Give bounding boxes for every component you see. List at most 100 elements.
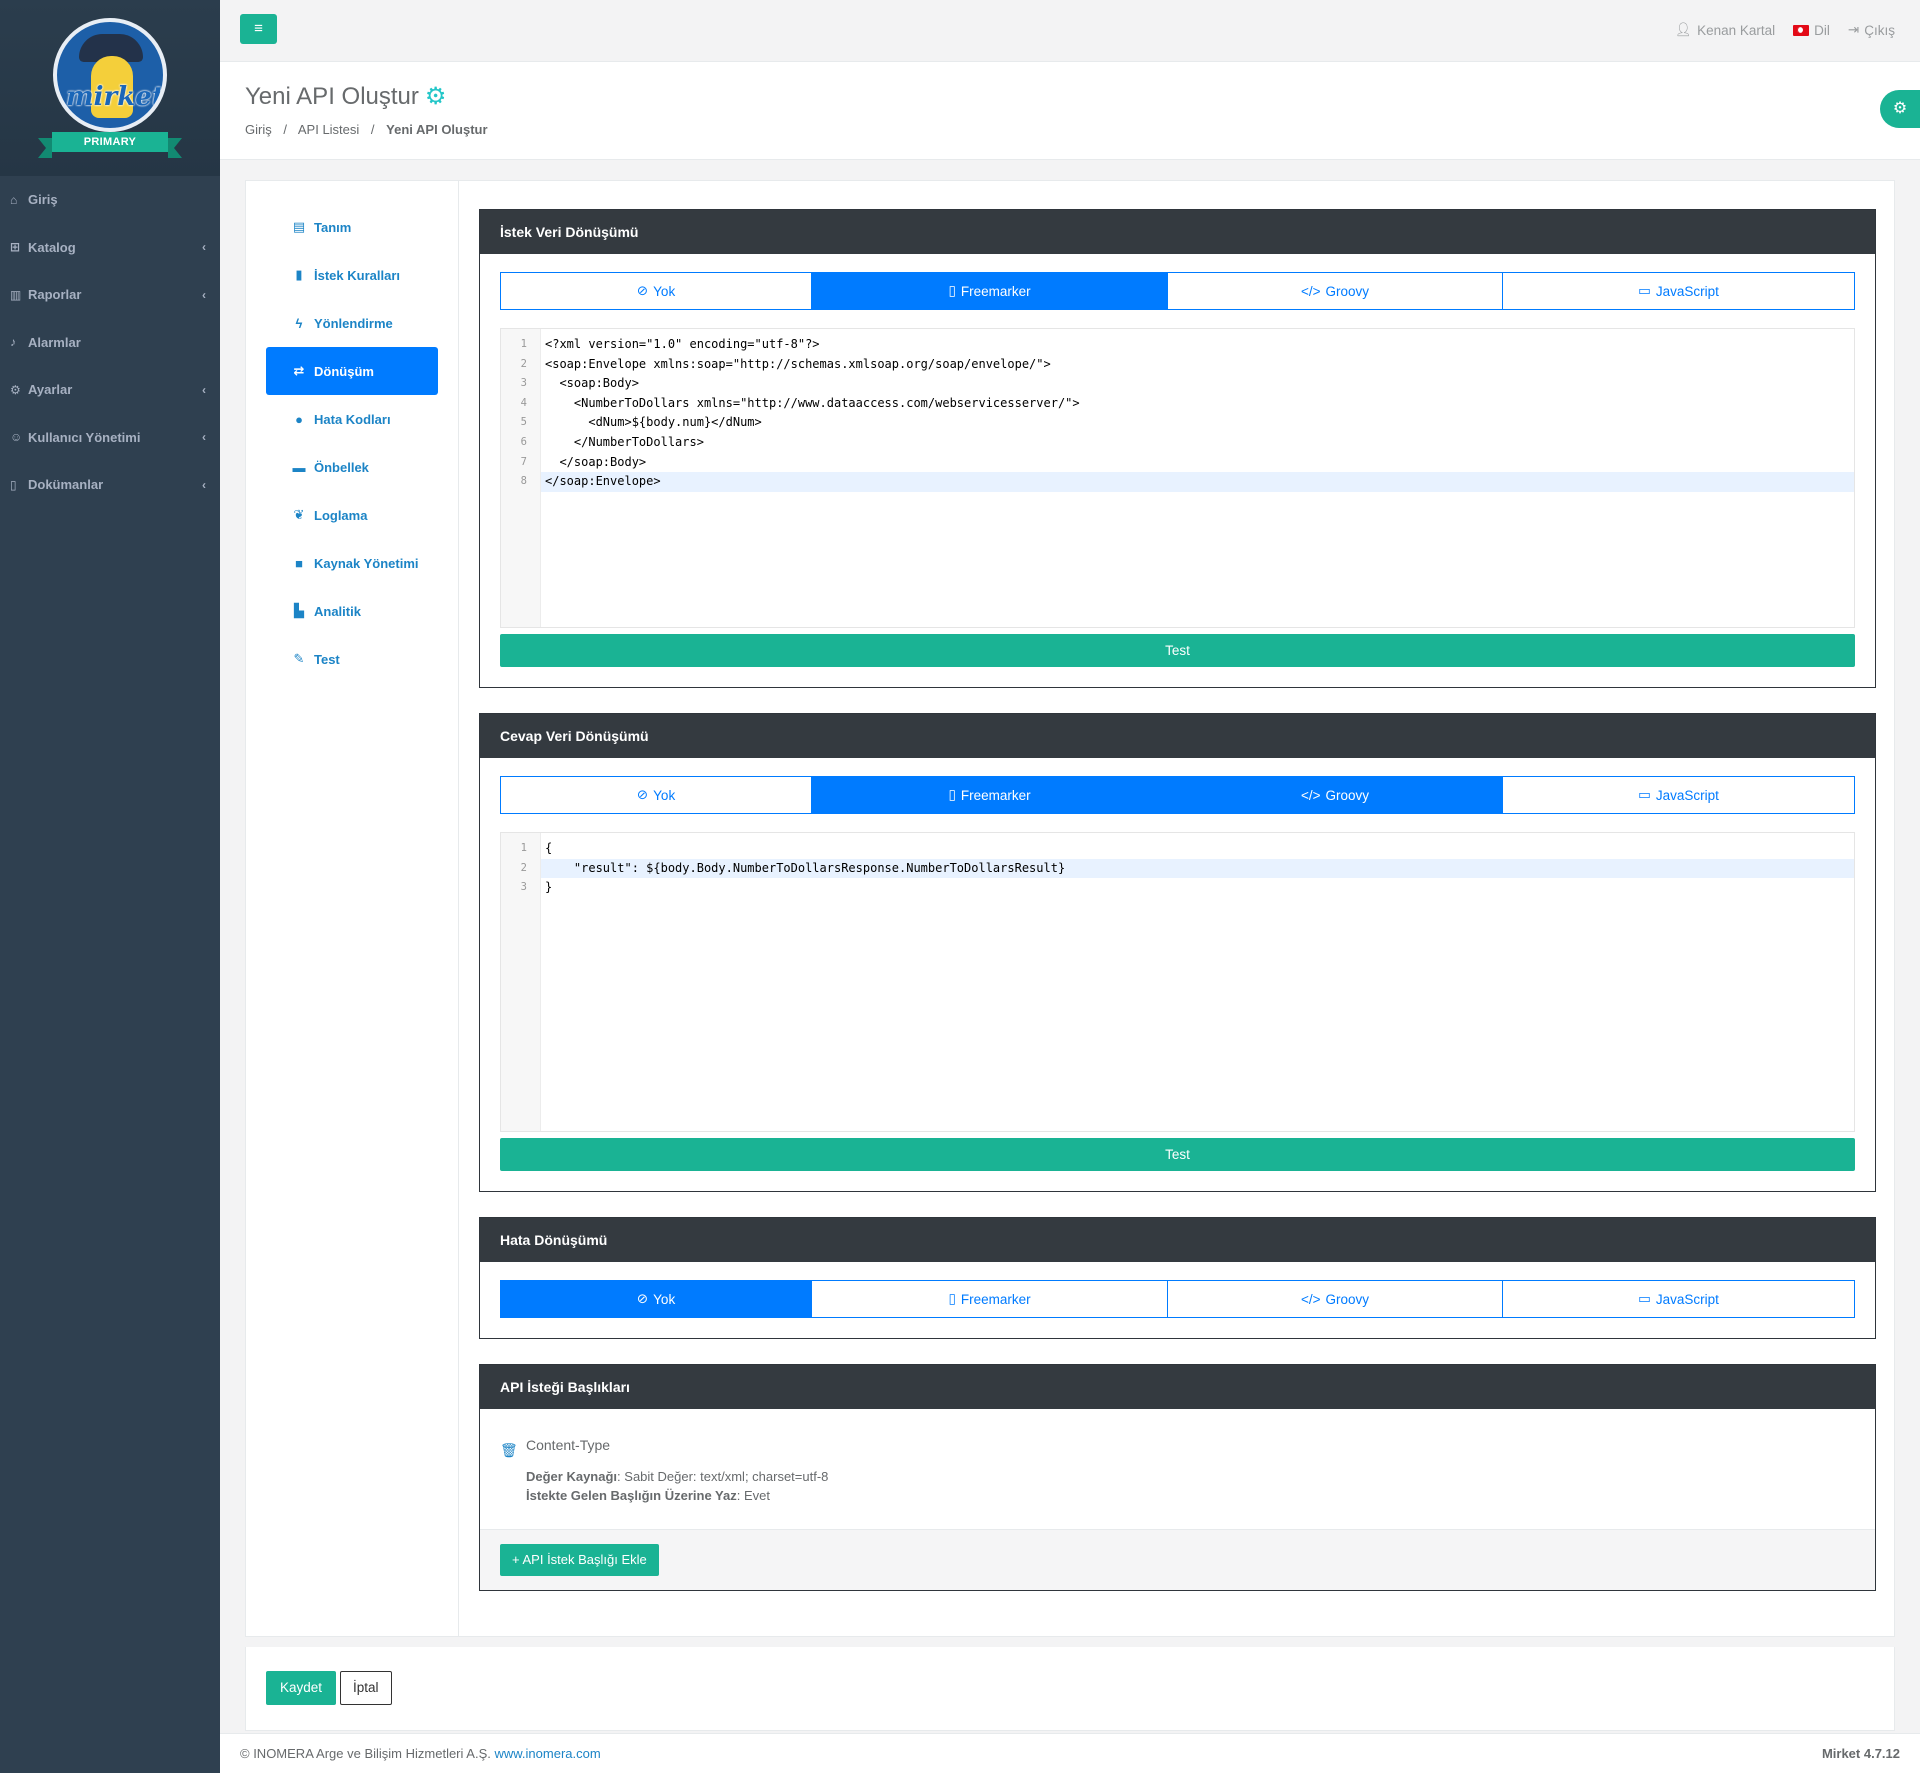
tab-label: JavaScript bbox=[1655, 787, 1719, 803]
breadcrumb-api-list[interactable]: API Listesi bbox=[298, 122, 359, 137]
laptop-code-icon: ▭ bbox=[1638, 787, 1651, 802]
tab-label: JavaScript bbox=[1655, 283, 1719, 299]
tab-freemarker[interactable]: ▯ Freemarker bbox=[812, 1281, 1169, 1317]
settings-toggle-button[interactable]: ⚙ bbox=[1880, 90, 1920, 128]
cogs-icon: ⚙ bbox=[10, 382, 21, 397]
error-transform-panel: Hata Dönüşümü ⊘ Yok ▯ Freemarker </> Groovy… bbox=[479, 1217, 1876, 1339]
bell-icon: ♪ bbox=[10, 335, 16, 350]
request-headers-panel: API İsteği Başlıkları 🗑︎ Content-Type De… bbox=[479, 1364, 1876, 1591]
logo[interactable]: mirket PRIMARY bbox=[0, 0, 220, 176]
tab-groovy[interactable]: </> Groovy bbox=[1168, 1281, 1504, 1317]
header-override-label: İstekte Gelen Başlığın Üzerine Yaz bbox=[526, 1488, 737, 1503]
tab-label: Freemarker bbox=[960, 787, 1031, 803]
save-button[interactable]: Kaydet bbox=[266, 1671, 337, 1705]
transform-type-tabs: ⊘ Yok ▯ Freemarker </> Groovy ▭ JavaScript bbox=[500, 1280, 1855, 1318]
header-value-source-label: Değer Kaynağı bbox=[526, 1469, 618, 1484]
exchange-icon: ⇄ bbox=[293, 363, 305, 378]
subnav-item-yonlendirme[interactable]: ϟ Yönlendirme bbox=[266, 299, 438, 347]
sidebar-item-katalog[interactable]: ⊞ Katalog ‹ bbox=[0, 224, 220, 272]
code-line: </soap:Body> bbox=[545, 454, 647, 469]
subnav-label: Dönüşüm bbox=[314, 363, 374, 379]
bolt-icon: ϟ bbox=[295, 315, 303, 331]
subnav-item-donusum[interactable]: ⇄ Dönüşüm bbox=[266, 347, 438, 395]
breadcrumb: Giriş / API Listesi / Yeni API Oluştur bbox=[245, 122, 488, 137]
transform-type-tabs: ⊘ Yok ▯ Freemarker </> Groovy ▭ JavaScript bbox=[500, 776, 1855, 814]
request-test-button[interactable]: Test bbox=[500, 634, 1855, 667]
sidebar-item-alarmlar[interactable]: ♪ Alarmlar bbox=[0, 319, 220, 367]
subnav-item-tanim[interactable]: ▤ Tanım bbox=[266, 203, 438, 251]
tab-yok[interactable]: ⊘ Yok bbox=[501, 777, 813, 813]
tab-yok[interactable]: ⊘ Yok bbox=[501, 273, 813, 309]
content: ▤ Tanım ▮ İstek Kuralları ϟ Yönlendirme ⇄ Dö… bbox=[220, 160, 1920, 1731]
sidebar-item-dokumanlar[interactable]: ▯ Dokümanlar ‹ bbox=[0, 461, 220, 509]
top-navbar: ≡ 👤︎ Kenan Kartal Dil ⇥ Çıkış bbox=[220, 0, 1920, 62]
code-line: <dNum>${body.num}</dNum> bbox=[545, 415, 762, 430]
user-menu[interactable]: 👤︎ Kenan Kartal bbox=[1675, 22, 1775, 38]
breadcrumb-home[interactable]: Giriş bbox=[245, 122, 272, 137]
subnav-item-hata-kodlari[interactable]: ● Hata Kodları bbox=[266, 395, 438, 443]
file-icon: ▯ bbox=[948, 787, 956, 802]
tab-javascript[interactable]: ▭ JavaScript bbox=[1503, 273, 1854, 309]
sidebar: mirket PRIMARY ⌂ Giriş ⊞ Katalog ‹ ▥ Rap… bbox=[0, 0, 220, 1773]
response-code-editor[interactable]: 123 { "result": ${body.Body.NumberToDoll… bbox=[500, 832, 1855, 1132]
chart-icon: ▙ bbox=[294, 603, 304, 618]
file-icon: ▯ bbox=[10, 477, 17, 492]
subnav-item-kaynak-yonetimi[interactable]: ■ Kaynak Yönetimi bbox=[266, 539, 438, 587]
page-heading: Yeni API Oluştur ⚙ Giriş / API Listesi /… bbox=[220, 62, 1920, 160]
home-icon: ⌂ bbox=[10, 192, 18, 207]
app-version: Mirket 4.7.12 bbox=[1821, 1746, 1900, 1761]
subnav-item-loglama[interactable]: ❦ Loglama bbox=[266, 491, 438, 539]
sidebar-item-ayarlar[interactable]: ⚙ Ayarlar ‹ bbox=[0, 366, 220, 414]
tab-label: Yok bbox=[653, 787, 676, 803]
line-numbers: 12345678 bbox=[501, 329, 541, 627]
cogs-icon: ⚙ bbox=[1892, 100, 1908, 117]
code-content[interactable]: <?xml version="1.0" encoding="utf-8"?> <… bbox=[541, 329, 1854, 627]
trash-icon[interactable]: 🗑︎ bbox=[500, 1442, 518, 1459]
code-line: <soap:Body> bbox=[545, 376, 639, 391]
sidebar-item-label: Ayarlar bbox=[28, 382, 73, 398]
tab-groovy[interactable]: </> Groovy bbox=[1168, 273, 1504, 309]
sidebar-item-raporlar[interactable]: ▥ Raporlar ‹ bbox=[0, 271, 220, 319]
request-code-editor[interactable]: 12345678 <?xml version="1.0" encoding="u… bbox=[500, 328, 1855, 628]
cogs-icon: ⚙ bbox=[424, 83, 447, 110]
menu-toggle-button[interactable]: ≡ bbox=[240, 14, 277, 44]
code-content[interactable]: { "result": ${body.Body.NumberToDollarsR… bbox=[541, 833, 1854, 1131]
tab-freemarker[interactable]: ▯ Freemarker bbox=[812, 777, 1169, 813]
response-transform-panel: Cevap Veri Dönüşümü ⊘ Yok ▯ Freemarker </>… bbox=[479, 713, 1876, 1192]
tab-yok[interactable]: ⊘ Yok bbox=[501, 1281, 813, 1317]
sidebar-item-kullanici-yonetimi[interactable]: ☺ Kullanıcı Yönetimi ‹ bbox=[0, 414, 220, 462]
header-value-source-value: Sabit Değer: text/xml; charset=utf-8 bbox=[624, 1469, 829, 1484]
subnav-item-test[interactable]: ✎ Test bbox=[266, 635, 438, 683]
code-line: <NumberToDollars xmlns="http://www.dataa… bbox=[545, 395, 1080, 410]
response-test-button[interactable]: Test bbox=[500, 1138, 1855, 1171]
cancel-button[interactable]: İptal bbox=[340, 1671, 392, 1705]
subnav-label: Önbellek bbox=[314, 459, 369, 475]
copyright: © INOMERA Arge ve Bilişim Hizmetleri A.Ş… bbox=[240, 1746, 601, 1761]
hamburger-icon: ≡ bbox=[254, 20, 263, 37]
tab-javascript[interactable]: ▭ JavaScript bbox=[1503, 777, 1854, 813]
tab-freemarker[interactable]: ▯ Freemarker bbox=[812, 273, 1169, 309]
subnav-item-analitik[interactable]: ▙ Analitik bbox=[266, 587, 438, 635]
sidebar-item-label: Alarmlar bbox=[28, 334, 81, 350]
company-link[interactable]: www.inomera.com bbox=[494, 1746, 600, 1761]
header-override: İstekte Gelen Başlığın Üzerine Yaz: Evet bbox=[526, 1488, 770, 1503]
tab-label: Yok bbox=[653, 1291, 676, 1307]
sidebar-item-label: Giriş bbox=[28, 192, 58, 208]
language-menu[interactable]: Dil bbox=[1793, 22, 1830, 38]
add-header-button[interactable]: + API İstek Başlığı Ekle bbox=[500, 1544, 659, 1576]
tab-javascript[interactable]: ▭ JavaScript bbox=[1503, 1281, 1854, 1317]
subnav-item-istek-kurallari[interactable]: ▮ İstek Kuralları bbox=[266, 251, 438, 299]
tab-groovy[interactable]: </> Groovy bbox=[1168, 777, 1504, 813]
sidebar-item-label: Raporlar bbox=[28, 287, 82, 303]
top-right-links: 👤︎ Kenan Kartal Dil ⇥ Çıkış bbox=[1675, 22, 1895, 38]
laptop-code-icon: ▭ bbox=[1638, 1291, 1651, 1306]
subnav-item-onbellek[interactable]: ▬ Önbellek bbox=[266, 443, 438, 491]
logout-link[interactable]: ⇥ Çıkış bbox=[1848, 22, 1895, 38]
code-line: </soap:Envelope> bbox=[541, 472, 1854, 492]
id-card-icon: ▤ bbox=[292, 219, 306, 234]
panel-title: API İsteği Başlıkları bbox=[480, 1365, 1875, 1409]
add-header-label: API İstek Başlığı Ekle bbox=[522, 1552, 647, 1567]
logo-badge: mirket bbox=[53, 18, 167, 132]
tab-label: JavaScript bbox=[1655, 1291, 1719, 1307]
sidebar-item-giris[interactable]: ⌂ Giriş bbox=[0, 176, 220, 224]
